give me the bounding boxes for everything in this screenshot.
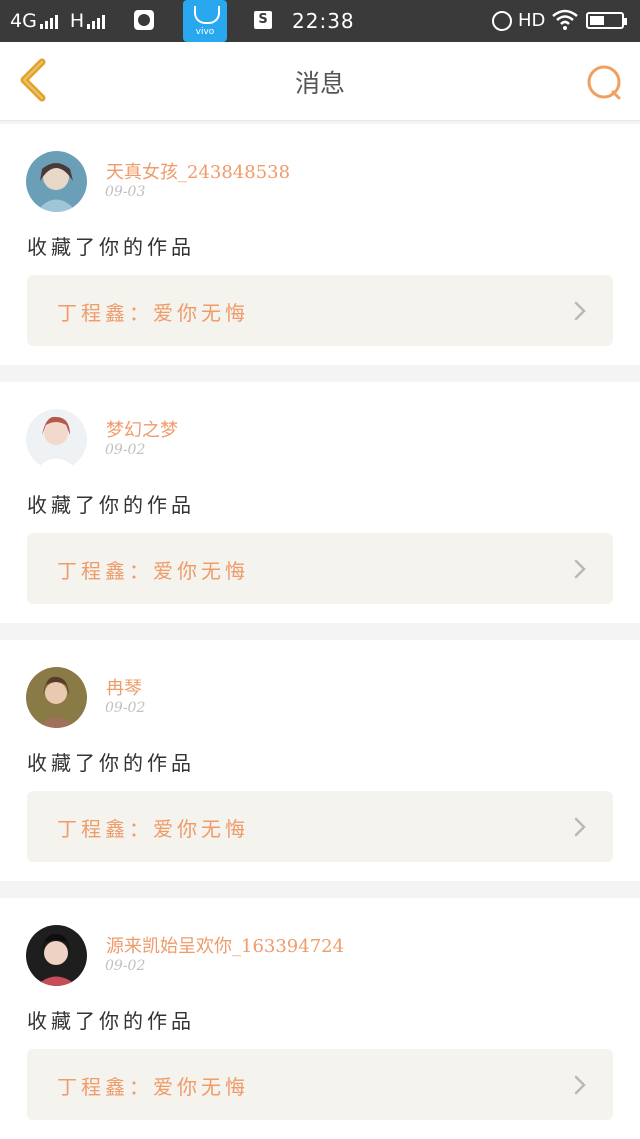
alarm-icon [492,11,512,31]
chevron-right-icon [574,559,586,579]
wifi-icon [552,9,578,30]
work-link[interactable]: 丁程鑫：爱你无悔 [27,1049,613,1120]
action-text: 收藏了你的作品 [27,235,195,259]
hd-label: HD [518,10,546,31]
action-text: 收藏了你的作品 [27,751,195,775]
signal-bars2-icon [87,13,107,29]
work-link[interactable]: 丁程鑫：爱你无悔 [27,275,613,346]
browser-icon [134,10,154,30]
username[interactable]: 源来凯始呈欢你_163394724 [106,932,344,958]
chevron-right-icon [574,817,586,837]
network2-label: H [69,10,85,32]
signal-bars-icon [39,13,60,29]
network-indicator: 4G H [10,10,107,32]
username[interactable]: 冉琴 [106,674,142,700]
action-text: 收藏了你的作品 [27,493,195,517]
s-app-icon: S [254,11,272,29]
work-title: 丁程鑫：爱你无悔 [57,301,249,325]
avatar[interactable] [26,409,87,470]
message-card: 源来凯始呈欢你_163394724 09-02 收藏了你的作品 丁程鑫：爱你无悔 [0,898,640,1139]
vivo-store-icon: vivo [183,0,227,42]
username[interactable]: 天真女孩_243848538 [106,158,290,184]
search-button[interactable] [582,60,626,104]
chevron-right-icon [574,301,586,321]
message-card: 冉琴 09-02 收藏了你的作品 丁程鑫：爱你无悔 [0,640,640,881]
clock: 22:38 [292,9,355,33]
nav-bar: 消息 [0,42,640,121]
battery-icon [586,12,627,29]
work-link[interactable]: 丁程鑫：爱你无悔 [27,533,613,604]
work-link[interactable]: 丁程鑫：爱你无悔 [27,791,613,862]
message-date: 09-02 [105,442,146,458]
work-title: 丁程鑫：爱你无悔 [57,559,249,583]
page-title: 消息 [294,69,345,98]
username[interactable]: 梦幻之梦 [106,416,178,442]
action-text: 收藏了你的作品 [27,1009,195,1033]
vivo-label: vivo [195,27,215,37]
message-card: 天真女孩_243848538 09-03 收藏了你的作品 丁程鑫：爱你无悔 [0,124,640,365]
avatar[interactable] [26,151,87,212]
network-label: 4G [10,10,37,32]
message-date: 09-02 [105,700,146,716]
avatar[interactable] [26,925,87,986]
chevron-right-icon [574,1075,586,1095]
message-date: 09-02 [105,958,146,974]
status-bar: 4G H vivo S 22:38 HD [0,0,640,42]
message-date: 09-03 [105,184,146,200]
avatar[interactable] [26,667,87,728]
work-title: 丁程鑫：爱你无悔 [57,1075,249,1099]
work-title: 丁程鑫：爱你无悔 [57,817,249,841]
message-card: 梦幻之梦 09-02 收藏了你的作品 丁程鑫：爱你无悔 [0,382,640,623]
